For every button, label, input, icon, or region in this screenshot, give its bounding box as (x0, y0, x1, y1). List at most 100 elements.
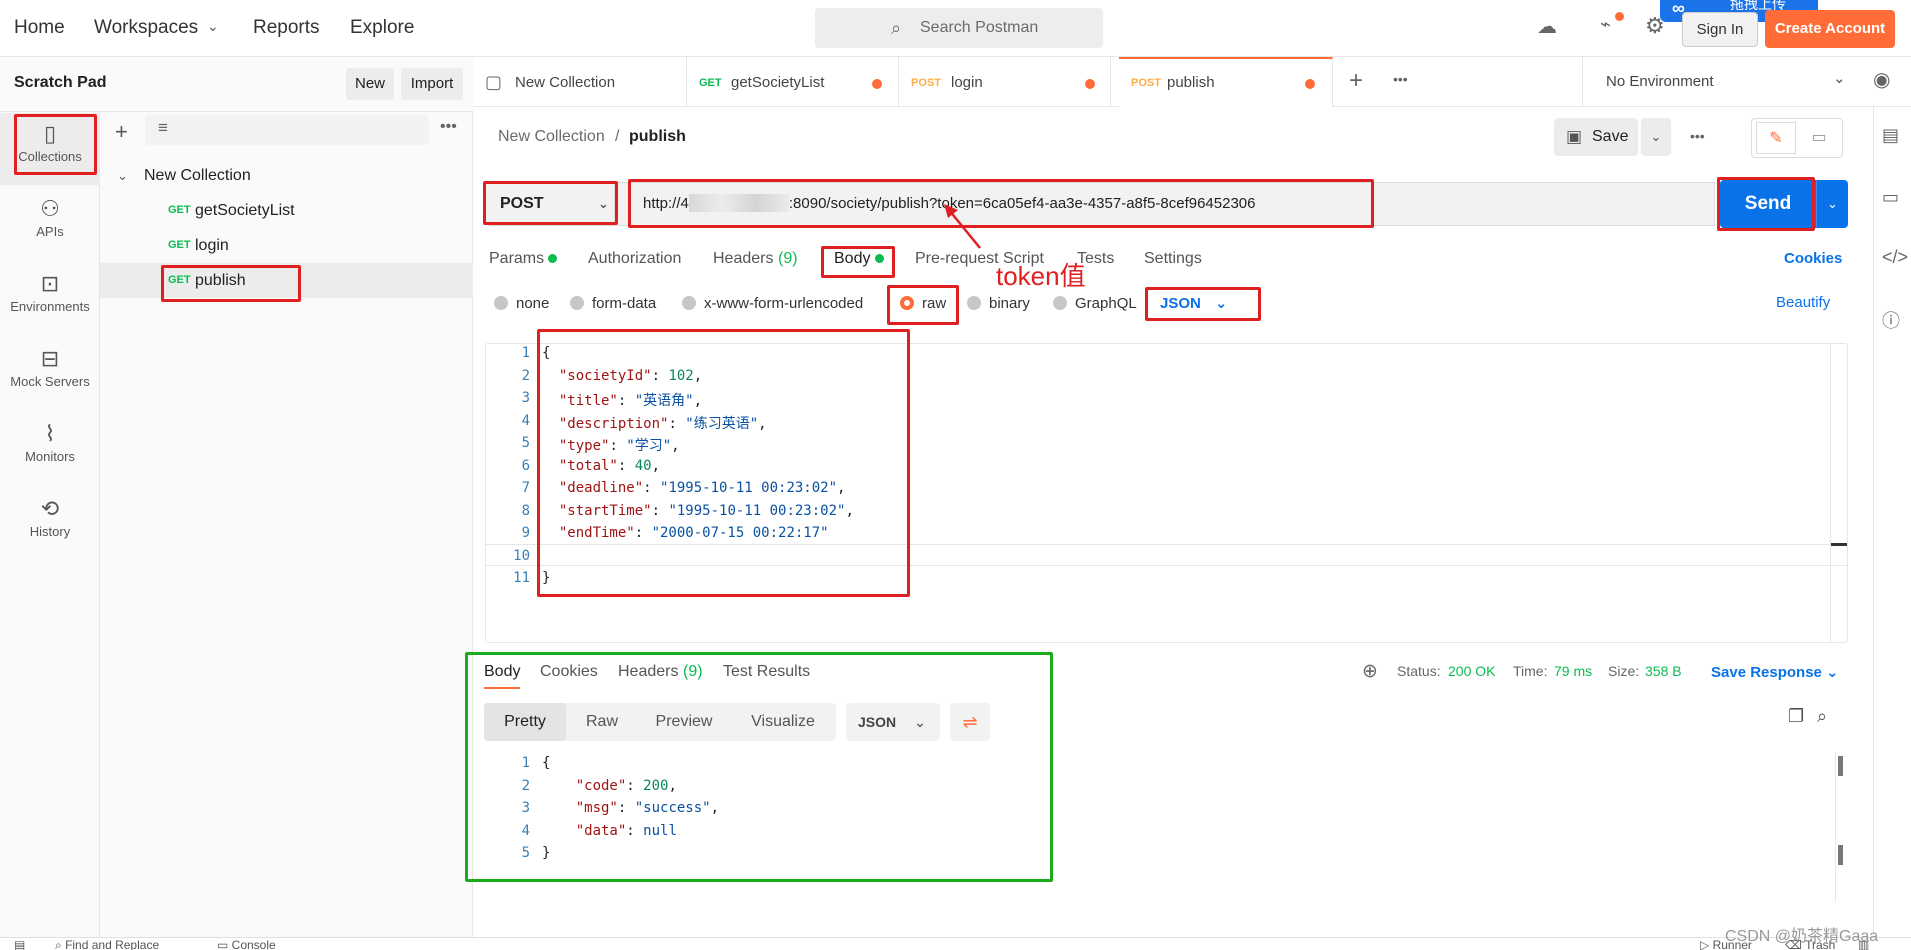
sign-in-button[interactable]: Sign In (1682, 12, 1758, 47)
more-icon[interactable]: ••• (1690, 128, 1705, 144)
sidebar-item-environments[interactable]: ⊡ Environments (0, 263, 100, 335)
monitor-icon: ⌇ (44, 421, 56, 446)
nav-explore[interactable]: Explore (350, 17, 414, 39)
request-item[interactable]: GET getSocietyList (100, 193, 473, 228)
globe-icon[interactable]: ⊕ (1362, 660, 1378, 683)
new-button[interactable]: New (346, 68, 394, 100)
scrollbar-thumb[interactable] (1838, 756, 1843, 776)
sidebar-item-mock-servers[interactable]: ⊟ Mock Servers (0, 338, 100, 410)
more-icon[interactable]: ••• (440, 118, 457, 136)
chevron-down-icon[interactable]: ⌄ (207, 18, 219, 35)
save-dropdown[interactable]: ⌄ (1641, 118, 1671, 156)
nav-home[interactable]: Home (14, 17, 65, 39)
history-icon: ⟲ (40, 496, 60, 521)
cloud-sync-icon[interactable]: ☁ (1537, 14, 1557, 39)
time-label: Time: (1513, 663, 1548, 679)
radio-none[interactable]: none (494, 295, 549, 312)
find-replace-button[interactable]: ⌕ Find and Replace (55, 938, 159, 950)
sidebar-item-history[interactable]: ⟲ History (0, 488, 100, 560)
more-icon[interactable]: ••• (1393, 71, 1408, 87)
radio-graphql[interactable]: GraphQL (1053, 295, 1137, 312)
mode-toggle: ✎ ▭ (1751, 118, 1843, 158)
environments-icon: ⊡ (40, 271, 60, 296)
top-bar: Home Workspaces ⌄ Reports Explore ⌕ Sear… (0, 0, 1911, 57)
environment-select[interactable]: No Environment (1606, 73, 1714, 90)
plus-icon[interactable]: + (115, 119, 128, 145)
beautify-button[interactable]: Beautify (1776, 294, 1830, 311)
edit-icon[interactable]: ✎ (1756, 122, 1796, 154)
info-icon[interactable]: ⓘ (1882, 307, 1900, 333)
nav-workspaces[interactable]: Workspaces (94, 17, 198, 39)
comment-icon[interactable]: ▭ (1800, 122, 1838, 154)
collections-panel: + ≡ ••• ⌄ New Collection GET getSocietyL… (100, 112, 473, 937)
filter-icon: ≡ (158, 118, 168, 137)
chevron-down-icon[interactable]: ⌄ (1833, 69, 1846, 87)
scrollbar-thumb[interactable] (1838, 845, 1843, 865)
import-button[interactable]: Import (401, 68, 463, 100)
highlight-box (161, 265, 301, 302)
tab-params[interactable]: Params (489, 250, 544, 268)
code-icon[interactable]: </> (1882, 247, 1908, 268)
scrollbar-thumb[interactable] (1831, 543, 1847, 546)
line-number: 8 (521, 502, 530, 519)
radio-form-data[interactable]: form-data (570, 295, 656, 312)
line-number: 4 (521, 412, 530, 429)
tab-pre-request-script[interactable]: Pre-request Script (915, 250, 1044, 268)
save-response-button[interactable]: Save Response ⌄ (1711, 663, 1839, 681)
satellite-icon[interactable]: ⌁ (1600, 14, 1611, 35)
notification-dot (1615, 12, 1624, 21)
sidebar-item-label: APIs (36, 224, 64, 239)
save-button[interactable]: ▣ Save (1554, 118, 1638, 156)
copy-icon[interactable]: ❐ (1788, 706, 1804, 727)
size-value: 358 B (1645, 663, 1682, 679)
breadcrumb-parent[interactable]: New Collection (498, 128, 605, 146)
comments-icon[interactable]: ▭ (1882, 187, 1899, 208)
send-dropdown[interactable]: ⌄ (1816, 180, 1848, 228)
tab-new-collection[interactable]: ▢ New Collection (473, 57, 687, 107)
search-input[interactable]: ⌕ Search Postman (815, 8, 1103, 48)
status-dot (548, 254, 557, 263)
unsaved-dot (872, 79, 882, 89)
sidebar-item-label: Monitors (25, 449, 75, 464)
tab-login[interactable]: POST login (899, 57, 1111, 107)
tab-headers[interactable]: Headers (713, 250, 773, 268)
highlight-box (821, 246, 895, 278)
tab-tests[interactable]: Tests (1077, 250, 1114, 268)
method-badge: POST (911, 77, 941, 89)
console-button[interactable]: ▭ Console (217, 938, 276, 950)
highlight-box (14, 114, 97, 175)
line-number: 10 (513, 547, 530, 564)
tab-publish[interactable]: POST publish (1119, 57, 1333, 107)
page-title: publish (629, 128, 686, 145)
tab-authorization[interactable]: Authorization (588, 250, 681, 268)
panel-header: Scratch Pad New Import (0, 57, 473, 112)
collection-icon: ▢ (485, 72, 503, 92)
tab-getsocietylist[interactable]: GET getSocietyList (687, 57, 899, 107)
radio-binary[interactable]: binary (967, 295, 1030, 312)
radio-x-www-form-urlencoded[interactable]: x-www-form-urlencoded (682, 295, 863, 312)
tab-settings[interactable]: Settings (1144, 250, 1202, 268)
request-item[interactable]: GET login (100, 228, 473, 263)
line-number: 1 (521, 345, 530, 361)
plus-icon[interactable]: + (1349, 67, 1363, 95)
size-label: Size: (1608, 663, 1640, 679)
sidebar-item-monitors[interactable]: ⌇ Monitors (0, 413, 100, 485)
eye-icon[interactable]: ◉ (1873, 67, 1890, 92)
collection-name: New Collection (144, 167, 251, 184)
cookies-link[interactable]: Cookies (1784, 250, 1842, 267)
highlight-box (465, 652, 1053, 882)
layout-icon[interactable]: ▤ (14, 938, 25, 950)
sidebar-item-label: Environments (10, 299, 90, 314)
search-icon[interactable]: ⌕ (1817, 706, 1827, 727)
create-account-button[interactable]: Create Account (1765, 10, 1895, 48)
sidebar-item-apis[interactable]: ⚇ APIs (0, 188, 100, 260)
documentation-icon[interactable]: ▤ (1882, 125, 1899, 146)
nav-reports[interactable]: Reports (253, 17, 320, 39)
line-number: 9 (521, 525, 530, 541)
chevron-down-icon: ⌄ (117, 168, 128, 183)
filter-input[interactable] (145, 115, 429, 145)
line-number: 7 (521, 480, 530, 496)
method-badge: GET (168, 204, 191, 216)
collection-row[interactable]: ⌄ New Collection (100, 158, 473, 193)
request-name: login (195, 237, 229, 254)
